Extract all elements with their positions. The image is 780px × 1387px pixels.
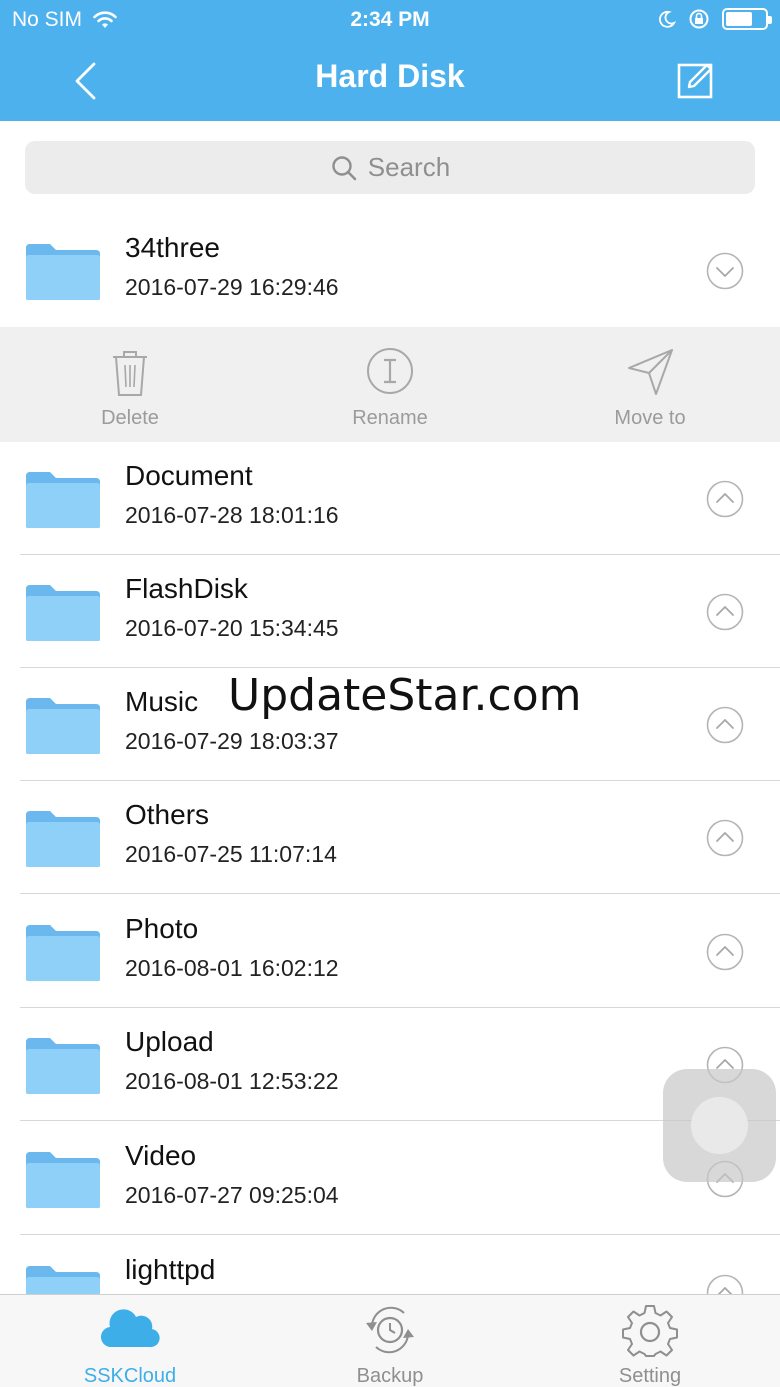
file-name: Upload — [125, 1026, 214, 1057]
file-name: Video — [125, 1140, 197, 1171]
search-input[interactable]: Search — [25, 141, 755, 194]
trash-icon — [113, 351, 147, 396]
list-item[interactable]: FlashDisk 2016-07-20 15:34:45 — [0, 555, 780, 668]
status-bar: No SIM 2:34 PM — [0, 0, 780, 40]
chevron-up-icon[interactable] — [706, 706, 744, 744]
chevron-down-icon[interactable] — [706, 252, 744, 290]
delete-label: Delete — [101, 407, 159, 429]
tab-label: Setting — [618, 1365, 682, 1387]
moon-icon — [659, 10, 676, 28]
row-divider — [20, 1234, 780, 1235]
chevron-up-icon[interactable] — [706, 593, 744, 631]
file-name: Others — [125, 799, 210, 830]
file-date: 2016-07-29 16:29:46 — [125, 274, 339, 300]
chevron-up-icon[interactable] — [706, 933, 744, 971]
assistive-touch-button[interactable] — [663, 1069, 776, 1182]
battery-icon — [722, 8, 772, 30]
folder-icon — [26, 472, 100, 528]
orientation-lock-icon — [689, 9, 709, 29]
folder-icon — [26, 244, 100, 300]
send-arrow-icon — [628, 349, 673, 395]
tab-label: Backup — [356, 1365, 424, 1387]
tab-backup[interactable]: Backup — [260, 1295, 520, 1387]
delete-button[interactable]: Delete — [0, 327, 260, 442]
rename-button[interactable]: Rename — [260, 327, 520, 442]
chevron-up-icon[interactable] — [706, 480, 744, 518]
file-date: 2016-07-28 18:01:16 — [125, 502, 339, 528]
folder-icon — [26, 585, 100, 641]
folder-icon — [26, 698, 100, 754]
file-name: Document — [125, 460, 253, 491]
file-name: 34three — [125, 232, 220, 263]
file-name: Music — [125, 686, 199, 717]
file-date: 2016-07-29 18:03:37 — [125, 728, 339, 754]
list-item[interactable]: Document 2016-07-28 18:01:16 — [0, 442, 780, 555]
tab-setting[interactable]: Setting — [520, 1295, 780, 1387]
row-divider — [20, 893, 780, 894]
nav-header: No SIM 2:34 PM Hard Disk — [0, 0, 780, 121]
search-icon — [332, 155, 357, 180]
list-item[interactable]: Photo 2016-08-01 16:02:12 — [0, 895, 780, 1008]
move-to-label: Move to — [614, 407, 686, 429]
file-date: 2016-08-01 12:53:22 — [125, 1068, 339, 1094]
file-date: 2016-08-01 16:02:12 — [125, 955, 339, 981]
search-area: Search — [0, 121, 780, 217]
item-action-bar: Delete Rename Move to — [0, 327, 780, 442]
search-placeholder: Search — [367, 152, 451, 182]
tab-sskcloud[interactable]: SSKCloud — [0, 1295, 260, 1387]
page-title: Hard Disk — [315, 58, 465, 94]
folder-icon — [26, 1152, 100, 1208]
folder-icon — [26, 811, 100, 867]
list-item[interactable]: 34three 2016-07-29 16:29:46 — [0, 214, 780, 327]
list-item[interactable]: Others 2016-07-25 11:07:14 — [0, 781, 780, 894]
tab-bar: SSKCloud Backup Setting — [0, 1294, 780, 1387]
file-name: Photo — [125, 913, 199, 944]
file-name: FlashDisk — [125, 573, 248, 604]
tab-label: SSKCloud — [83, 1365, 177, 1387]
folder-icon — [26, 1038, 100, 1094]
cloud-icon — [100, 1309, 160, 1348]
file-date: 2016-07-27 09:25:04 — [125, 1182, 339, 1208]
chevron-up-icon[interactable] — [706, 819, 744, 857]
move-to-button[interactable]: Move to — [520, 327, 780, 442]
rename-label: Rename — [352, 407, 428, 429]
backup-clock-icon — [366, 1306, 414, 1354]
watermark-text: UpdateStar.com — [228, 670, 582, 721]
file-name: lighttpd — [125, 1254, 216, 1285]
rename-icon — [367, 348, 413, 394]
file-date: 2016-07-25 11:07:14 — [125, 841, 337, 867]
folder-icon — [26, 925, 100, 981]
gear-icon — [622, 1305, 678, 1357]
file-date: 2016-07-20 15:34:45 — [125, 615, 339, 641]
edit-icon[interactable] — [670, 56, 720, 106]
